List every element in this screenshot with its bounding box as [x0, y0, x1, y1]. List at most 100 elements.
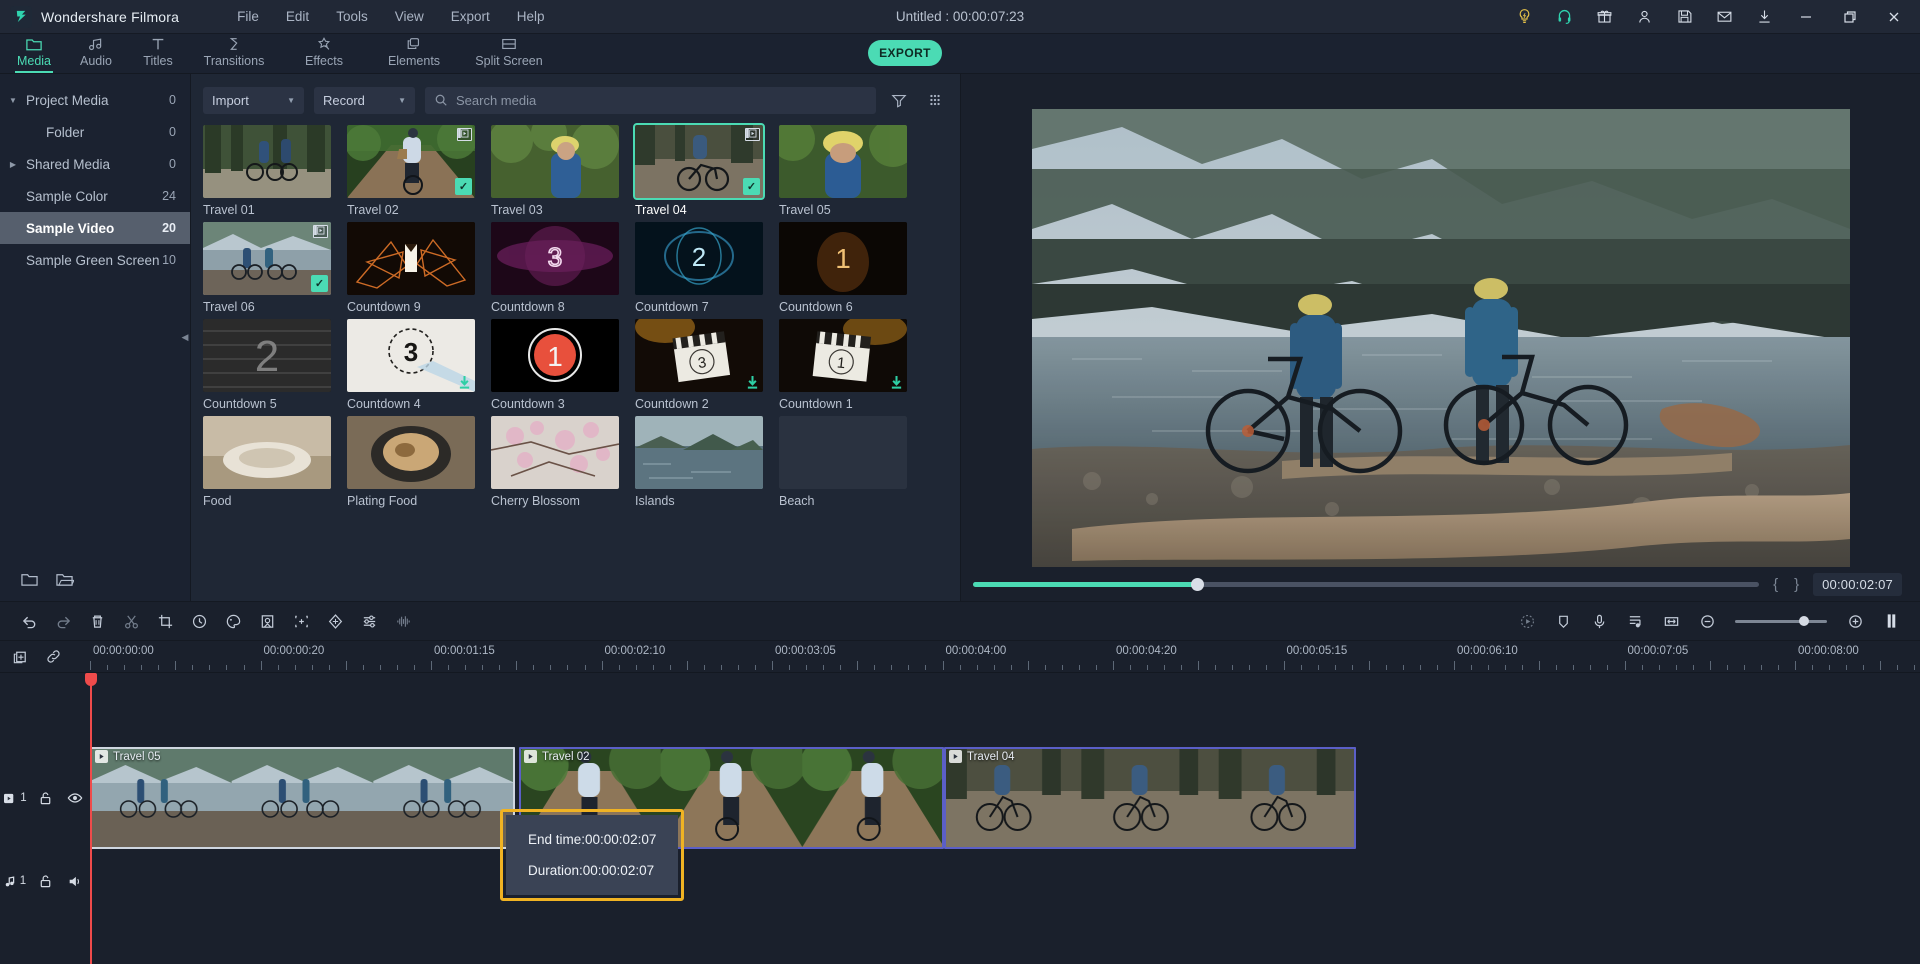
- grid-view-icon[interactable]: [922, 87, 948, 114]
- marker-icon[interactable]: [1546, 606, 1580, 636]
- audio-list-icon[interactable]: [1618, 606, 1652, 636]
- split-scissors-icon[interactable]: [114, 606, 148, 636]
- media-thumbnail[interactable]: [635, 416, 763, 489]
- audio-track-body[interactable]: [90, 849, 1920, 913]
- media-item[interactable]: Cherry Blossom: [491, 416, 635, 508]
- menu-edit[interactable]: Edit: [275, 5, 320, 28]
- timeline-ruler[interactable]: 00:00:00:00 00:00:00:20 00:00:01:15 00:00:0…: [90, 641, 1920, 672]
- preview-video[interactable]: [1031, 109, 1850, 567]
- download-icon[interactable]: [746, 375, 759, 390]
- sidebar-item-sample-video[interactable]: Sample Video 20: [0, 212, 190, 244]
- media-thumbnail[interactable]: [347, 222, 475, 295]
- sidebar-item-project-media[interactable]: ▼ Project Media 0: [0, 84, 190, 116]
- media-thumbnail[interactable]: 2: [635, 222, 763, 295]
- search-input[interactable]: [456, 92, 867, 108]
- playhead[interactable]: [85, 673, 97, 964]
- media-thumbnail[interactable]: 3: [491, 222, 619, 295]
- voiceover-mic-icon[interactable]: [1582, 606, 1616, 636]
- zoom-slider-knob[interactable]: [1799, 616, 1809, 626]
- undo-icon[interactable]: [12, 606, 46, 636]
- eye-icon[interactable]: [60, 791, 90, 805]
- record-dropdown[interactable]: Record ▼: [314, 86, 415, 114]
- media-item[interactable]: 3 Countdown 8: [491, 222, 635, 314]
- save-icon[interactable]: [1664, 0, 1704, 34]
- gift-icon[interactable]: [1584, 0, 1624, 34]
- sidebar-collapse-handle[interactable]: ◀: [180, 325, 190, 351]
- media-item[interactable]: ✓ Travel 06: [203, 222, 347, 314]
- crop-icon[interactable]: [148, 606, 182, 636]
- fit-timeline-icon[interactable]: [1654, 606, 1688, 636]
- media-item[interactable]: 3 Countdown 4: [347, 319, 491, 411]
- tab-audio[interactable]: Audio: [65, 33, 127, 73]
- media-thumbnail[interactable]: ✓: [347, 125, 475, 198]
- media-item[interactable]: Islands: [635, 416, 779, 508]
- media-item[interactable]: Beach: [779, 416, 923, 508]
- sidebar-item-sample-color[interactable]: Sample Color 24: [0, 180, 190, 212]
- media-thumbnail[interactable]: [491, 125, 619, 198]
- lightbulb-icon[interactable]: [1504, 0, 1544, 34]
- media-thumbnail[interactable]: 2: [203, 319, 331, 392]
- timeline-clip[interactable]: Travel 04: [944, 747, 1356, 849]
- crop-pan-icon[interactable]: [284, 606, 318, 636]
- tab-transitions[interactable]: Transitions: [189, 33, 279, 73]
- media-item[interactable]: Countdown 9: [347, 222, 491, 314]
- chevron-down-icon[interactable]: ▼: [0, 96, 26, 105]
- speed-icon[interactable]: [182, 606, 216, 636]
- sidebar-item-sample-green-screen[interactable]: Sample Green Screen 10: [0, 244, 190, 276]
- keyframe-diamond-icon[interactable]: [318, 606, 352, 636]
- menu-file[interactable]: File: [226, 5, 270, 28]
- media-thumbnail[interactable]: [491, 416, 619, 489]
- video-track-body[interactable]: Travel 05 Travel 02 Travel 04: [90, 747, 1920, 849]
- media-thumbnail[interactable]: ✓: [203, 222, 331, 295]
- media-thumbnail[interactable]: 1: [779, 222, 907, 295]
- audio-mixer-icon[interactable]: [352, 606, 386, 636]
- timeline-clip[interactable]: Travel 05: [90, 747, 515, 849]
- speaker-icon[interactable]: [60, 874, 90, 889]
- download-icon[interactable]: [890, 375, 903, 390]
- media-item[interactable]: Travel 03: [491, 125, 635, 217]
- redo-icon[interactable]: [46, 606, 80, 636]
- download-icon[interactable]: [1744, 0, 1784, 34]
- audio-detach-icon[interactable]: [386, 606, 420, 636]
- menu-view[interactable]: View: [384, 5, 435, 28]
- tab-media[interactable]: Media: [3, 33, 65, 73]
- media-item[interactable]: 1 Countdown 1: [779, 319, 923, 411]
- media-item[interactable]: 2 Countdown 7: [635, 222, 779, 314]
- tab-elements[interactable]: Elements: [369, 33, 459, 73]
- unlock-icon[interactable]: [30, 791, 60, 806]
- new-folder-icon[interactable]: [20, 571, 39, 588]
- menu-export[interactable]: Export: [440, 5, 501, 28]
- media-item[interactable]: Food: [203, 416, 347, 508]
- filter-icon[interactable]: [886, 87, 912, 114]
- media-thumbnail[interactable]: 3: [347, 319, 475, 392]
- media-item[interactable]: 1 Countdown 6: [779, 222, 923, 314]
- media-item[interactable]: 1 Countdown 3: [491, 319, 635, 411]
- media-thumbnail[interactable]: 1: [779, 319, 907, 392]
- media-item[interactable]: 2 Countdown 5: [203, 319, 347, 411]
- record-playback-icon[interactable]: [1510, 606, 1544, 636]
- media-item[interactable]: Plating Food: [347, 416, 491, 508]
- preview-progress-track[interactable]: [973, 577, 1760, 591]
- account-icon[interactable]: [1624, 0, 1664, 34]
- timeline-zoom-slider[interactable]: [1735, 616, 1827, 626]
- media-item[interactable]: ✓ Travel 02: [347, 125, 491, 217]
- media-thumbnail[interactable]: [203, 125, 331, 198]
- media-thumbnail[interactable]: [347, 416, 475, 489]
- media-item[interactable]: ✓ Travel 04: [633, 123, 779, 217]
- link-icon[interactable]: [45, 648, 62, 665]
- sidebar-item-folder[interactable]: Folder 0: [0, 116, 190, 148]
- media-thumbnail[interactable]: [779, 125, 907, 198]
- menu-help[interactable]: Help: [506, 5, 556, 28]
- tab-effects[interactable]: Effects: [279, 33, 369, 73]
- download-icon[interactable]: [458, 375, 471, 390]
- headset-support-icon[interactable]: [1544, 0, 1584, 34]
- media-thumbnail[interactable]: 1: [491, 319, 619, 392]
- restore-button[interactable]: [1828, 0, 1872, 34]
- search-media-box[interactable]: [425, 86, 876, 114]
- mark-out-button[interactable]: }: [1792, 576, 1801, 593]
- delete-icon[interactable]: [80, 606, 114, 636]
- tab-titles[interactable]: Titles: [127, 33, 189, 73]
- media-item[interactable]: Travel 05: [779, 125, 923, 217]
- mail-icon[interactable]: [1704, 0, 1744, 34]
- preview-progress-knob[interactable]: [1190, 577, 1204, 591]
